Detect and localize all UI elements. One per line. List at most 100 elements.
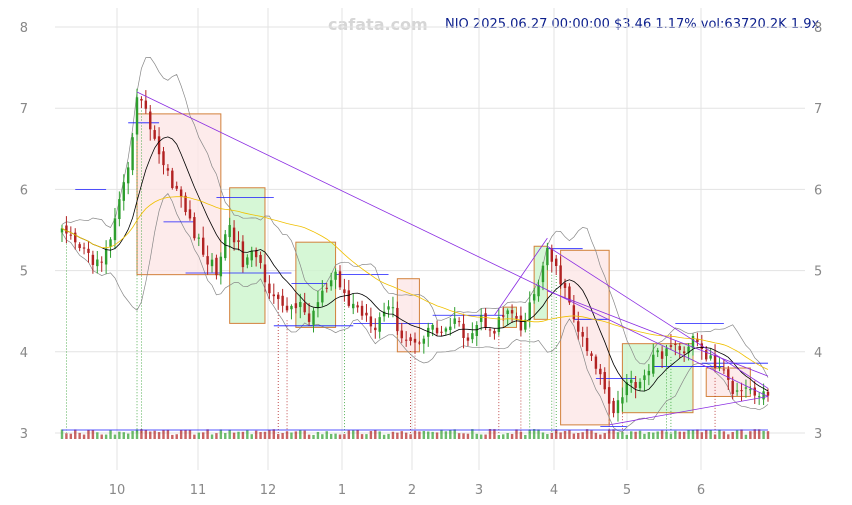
candle-body — [237, 240, 240, 242]
candle-body — [206, 256, 209, 265]
volume-bar — [259, 432, 262, 439]
candle-body — [753, 387, 756, 396]
volume-bar — [268, 429, 271, 439]
volume-bar — [175, 434, 178, 439]
volume-bar — [577, 432, 580, 439]
volume-bar — [113, 434, 117, 439]
volume-bar — [74, 429, 77, 439]
volume-bar — [638, 430, 642, 439]
candle-body — [475, 325, 478, 337]
volume-bar — [554, 429, 558, 439]
y-tick-right: 3 — [814, 427, 822, 442]
candle-body — [391, 307, 395, 309]
candle-body — [634, 381, 637, 388]
candle-body — [735, 390, 739, 392]
volume-bar — [184, 429, 187, 439]
volume-bar — [82, 434, 86, 439]
volume-bar — [153, 430, 156, 439]
volume-bar — [206, 429, 209, 439]
volume-bar — [709, 430, 712, 439]
volume-bar — [109, 430, 112, 439]
volume-bar — [581, 432, 584, 439]
volume-bar — [404, 432, 408, 439]
volume-bar — [616, 432, 620, 439]
x-tick: 6 — [697, 483, 705, 498]
volume-bar — [78, 432, 81, 439]
candle-body — [166, 168, 170, 171]
candle-body — [585, 337, 589, 352]
candle-body — [369, 316, 373, 327]
volume-bar — [254, 430, 258, 439]
volume-bar — [321, 434, 324, 439]
candle-body — [537, 285, 540, 297]
candle-body — [232, 227, 236, 243]
candle-body — [171, 170, 174, 188]
candle-body — [224, 234, 227, 259]
volume-bar — [69, 433, 73, 439]
candle-body — [572, 305, 576, 320]
candle-body — [713, 354, 717, 368]
volume-bar — [210, 434, 214, 439]
volume-bar — [162, 429, 165, 439]
volume-bar — [559, 432, 562, 439]
candle-body — [299, 302, 302, 308]
candle-body — [749, 389, 752, 391]
volume-bar — [352, 430, 355, 439]
volume-bar — [232, 432, 236, 439]
volume-bar — [387, 433, 390, 439]
volume-bar — [625, 434, 629, 439]
volume-bar — [515, 429, 518, 439]
volume-bar — [563, 430, 567, 439]
volume-bar — [431, 431, 434, 439]
candle-body — [532, 294, 536, 301]
volume-bar — [444, 431, 448, 439]
volume-bar — [171, 434, 174, 439]
candle-body — [440, 331, 443, 333]
candle-body — [718, 366, 721, 368]
volume-bar — [91, 430, 95, 439]
candle-body — [356, 305, 359, 308]
candle-body — [281, 295, 284, 306]
volume-bar — [188, 429, 192, 439]
volume-bar — [466, 433, 470, 439]
volume-bar — [669, 433, 673, 439]
candle-body — [652, 354, 655, 374]
candle-body — [621, 397, 624, 404]
candle-body — [162, 151, 165, 166]
candle-body — [396, 307, 399, 332]
volume-bar — [484, 434, 487, 439]
volume-bar — [118, 431, 121, 439]
volume-bar — [479, 434, 483, 439]
volume-bar — [700, 432, 704, 439]
volume-bar — [687, 430, 690, 439]
volume-bar — [87, 429, 90, 439]
candle-body — [449, 326, 452, 331]
volume-bar — [409, 434, 412, 439]
candle-body — [629, 379, 633, 383]
volume-bar — [766, 431, 770, 439]
volume-bar — [713, 434, 717, 439]
volume-bar — [674, 430, 677, 439]
volume-bar — [572, 433, 576, 439]
volume-bar — [524, 434, 527, 439]
candle-body — [590, 353, 593, 356]
volume-bar — [334, 433, 337, 439]
candle-body — [727, 369, 730, 380]
volume-bar — [603, 433, 606, 439]
candle-body — [603, 372, 606, 390]
volume-bar — [400, 431, 403, 439]
volume-bar — [325, 431, 328, 439]
candle-body — [347, 290, 351, 306]
y-tick-left: 3 — [20, 427, 28, 442]
volume-bar — [647, 432, 651, 439]
candle-body — [612, 400, 615, 414]
candle-body — [109, 239, 112, 247]
volume-bar — [285, 431, 289, 439]
volume-bar — [727, 434, 730, 439]
volume-bar — [104, 434, 108, 439]
volume-bar — [144, 429, 148, 439]
y-tick-left: 7 — [20, 102, 28, 117]
candle-body — [691, 336, 695, 348]
y-tick-left: 5 — [20, 265, 28, 280]
volume-bar — [263, 431, 267, 439]
